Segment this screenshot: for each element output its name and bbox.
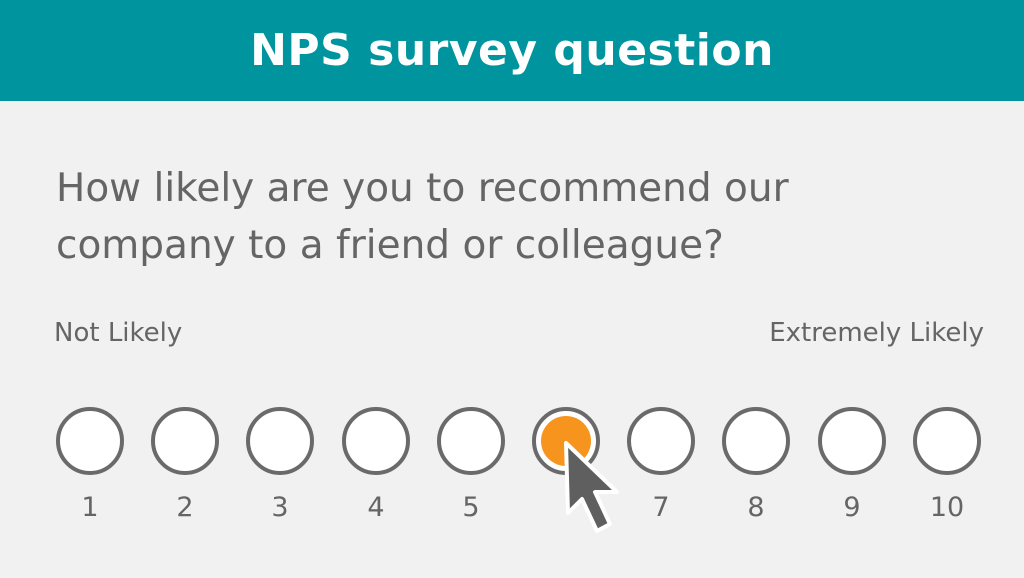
rating-option-8[interactable] — [722, 407, 790, 475]
rating-option-10[interactable] — [913, 407, 981, 475]
rating-number-label: 7 — [652, 492, 670, 523]
rating-option-3[interactable] — [246, 407, 314, 475]
rating-option-7[interactable] — [627, 407, 695, 475]
rating-number-label: 8 — [747, 492, 765, 523]
rating-number-label: 10 — [929, 492, 965, 523]
rating-option-9[interactable] — [818, 407, 886, 475]
rating-number-label: 3 — [271, 492, 289, 523]
rating-option-5[interactable] — [437, 407, 505, 475]
rating-number-label: 1 — [81, 492, 99, 523]
rating-scale: 1 2 3 4 5 7 8 9 10 — [0, 0, 1024, 578]
selected-indicator — [541, 416, 591, 466]
rating-option-4[interactable] — [342, 407, 410, 475]
rating-option-6[interactable] — [532, 407, 600, 475]
rating-number-label: 2 — [176, 492, 194, 523]
rating-option-2[interactable] — [151, 407, 219, 475]
rating-number-label: 4 — [367, 492, 385, 523]
rating-number-label: 9 — [843, 492, 861, 523]
rating-number-label: 5 — [462, 492, 480, 523]
rating-option-1[interactable] — [56, 407, 124, 475]
